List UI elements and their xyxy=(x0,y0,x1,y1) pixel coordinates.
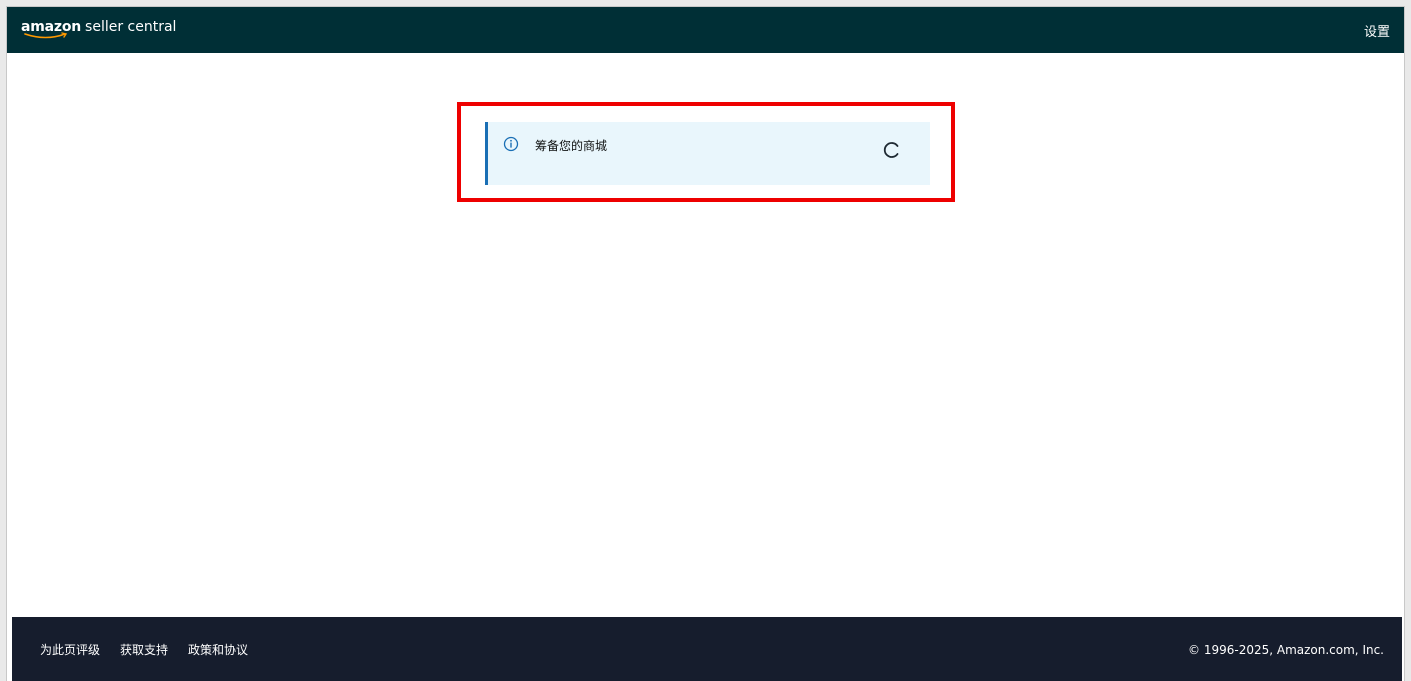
settings-button[interactable]: 设置 xyxy=(1364,21,1390,40)
footer-link-rate-page[interactable]: 为此页评级 xyxy=(40,641,100,658)
amazon-smile-icon xyxy=(24,32,68,39)
page-footer: 为此页评级 获取支持 政策和协议 © 1996-2025, Amazon.com… xyxy=(12,617,1402,681)
footer-links: 为此页评级 获取支持 政策和协议 xyxy=(40,641,248,658)
info-circle-icon xyxy=(503,136,519,152)
amazon-seller-central-logo[interactable]: amazon seller central xyxy=(21,19,177,39)
logo-product-text: seller central xyxy=(85,19,177,35)
copyright-text: © 1996-2025, Amazon.com, Inc. xyxy=(1188,642,1384,657)
footer-link-get-support[interactable]: 获取支持 xyxy=(120,641,168,658)
browser-page: amazon seller central 设置 筹备您的商城 为此页评级 获取… xyxy=(6,6,1405,681)
info-alert: 筹备您的商城 xyxy=(485,122,930,185)
footer-link-policies[interactable]: 政策和协议 xyxy=(188,641,248,658)
loading-spinner-icon xyxy=(883,142,899,158)
alert-message: 筹备您的商城 xyxy=(535,139,608,153)
top-navigation-bar: amazon seller central 设置 xyxy=(7,7,1404,53)
highlight-box: 筹备您的商城 xyxy=(457,102,955,202)
